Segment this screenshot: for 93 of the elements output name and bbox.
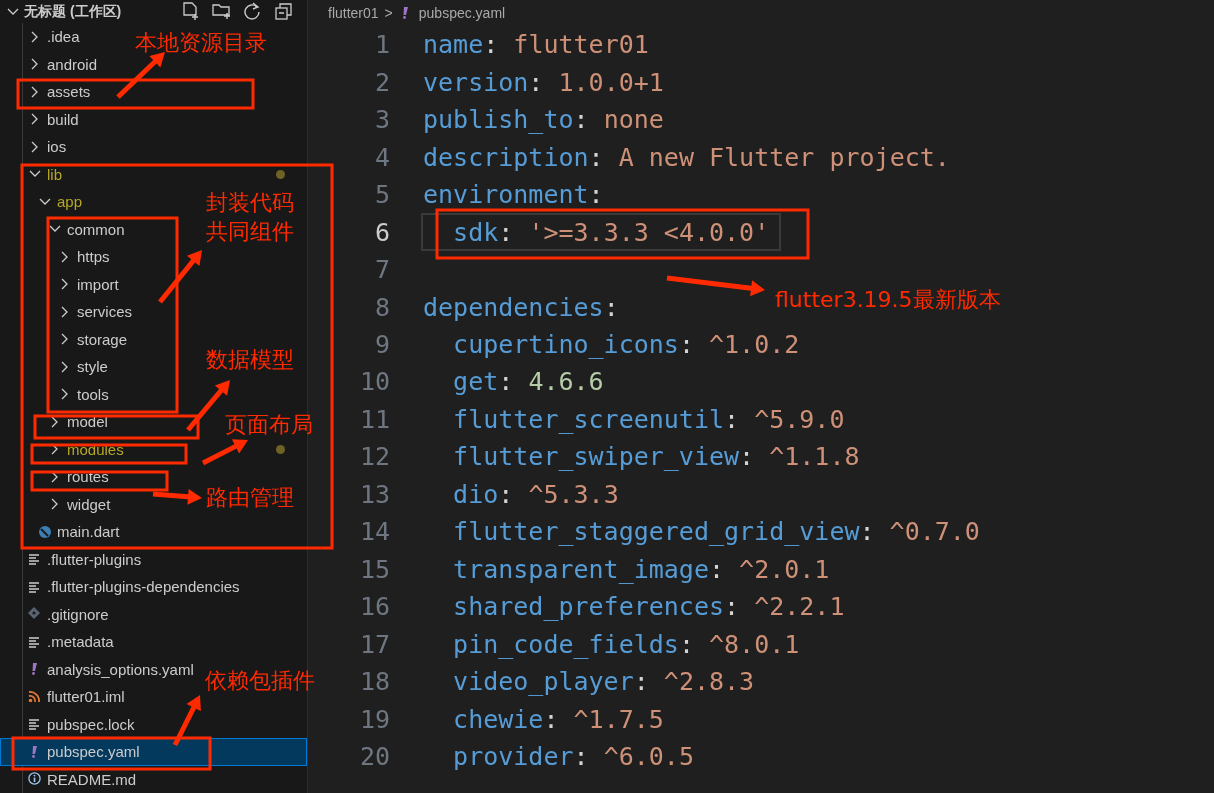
annotation-label: flutter3.19.5最新版本 (775, 286, 1001, 314)
code-line: dependencies: (423, 291, 619, 324)
tree-item[interactable]: .gitignore (0, 600, 113, 628)
line-number: 7 (373, 255, 390, 285)
tree-item[interactable]: flutter01.iml (0, 683, 129, 711)
line-number: 4 (373, 142, 390, 172)
tree-item[interactable]: android (0, 50, 102, 78)
annotation-arrow (172, 695, 201, 747)
line-number: 5 (373, 180, 390, 210)
lines-icon (28, 579, 42, 594)
tree-item[interactable]: build (0, 105, 83, 133)
line-number: 8 (373, 292, 390, 322)
line-number: 14 (358, 517, 390, 547)
tree-item[interactable]: import (0, 270, 123, 298)
annotation-arrow (158, 250, 202, 304)
code-line: video_player: ^2.8.3 (452, 666, 755, 699)
line-number: 16 (358, 592, 390, 622)
annotation-label: 路由管理 (206, 484, 294, 512)
tree-item[interactable]: .flutter-plugins (0, 545, 146, 573)
annotation-label: 共同组件 (206, 218, 294, 246)
code-line: description: A new Flutter project. (423, 141, 950, 174)
breadcrumb-item[interactable]: pubspec.yaml (418, 5, 506, 21)
line-number: 12 (358, 442, 390, 472)
code-line: pin_code_fields: ^8.0.1 (452, 628, 800, 661)
line-number: 2 (373, 67, 390, 97)
tree-item[interactable]: main.dart (0, 518, 124, 546)
line-number: 9 (373, 330, 390, 359)
tree-item[interactable]: .flutter-plugins-dependencies (0, 573, 244, 601)
line-number: 3 (373, 105, 390, 135)
tree-item[interactable]: analysis_options.yaml (0, 655, 198, 683)
diamond-icon (28, 607, 42, 622)
tree-item[interactable]: pubspec.lock (0, 710, 139, 738)
new-folder-icon[interactable] (212, 2, 231, 21)
line-number: 15 (358, 554, 390, 584)
line-number: 6 (373, 217, 390, 247)
code-line: flutter_staggered_grid_view: ^0.7.0 (452, 516, 980, 549)
annotation-label: 依赖包插件 (205, 667, 315, 695)
code-line: version: 1.0.0+1 (423, 66, 664, 99)
code-line: provider: ^6.0.5 (452, 741, 694, 774)
tree-item[interactable]: .idea (0, 23, 84, 51)
code-line: dio: ^5.3.3 (452, 478, 619, 511)
line-number: 17 (358, 629, 390, 659)
annotation-arrow (152, 488, 202, 505)
new-file-icon[interactable] (181, 2, 200, 21)
code-line: flutter_screenutil: ^5.9.0 (452, 403, 845, 436)
line-number: 1 (373, 30, 390, 60)
tree-item[interactable]: app (0, 188, 87, 216)
line-number: 19 (358, 704, 390, 734)
info-icon (28, 772, 42, 787)
code-line: environment: (423, 179, 604, 212)
annotation-label: 封装代码 (206, 189, 294, 217)
code-line: publish_to: none (423, 104, 664, 137)
tree-item[interactable]: services (0, 298, 136, 326)
line-number: 13 (358, 479, 390, 509)
code-line: chewie: ^1.7.5 (452, 703, 664, 736)
line-number: 10 (358, 367, 390, 397)
tree-item[interactable]: widget (0, 490, 115, 518)
code-line: get: 4.6.6 (452, 366, 604, 399)
tree-item[interactable]: style (0, 353, 112, 381)
lines-icon (28, 634, 42, 649)
tree-item[interactable]: pubspec.yaml (0, 738, 307, 766)
breadcrumb-separator: > (384, 5, 393, 21)
tree-item[interactable]: .metadata (0, 628, 118, 656)
dart-icon (38, 524, 52, 539)
annotation-arrow (116, 52, 165, 99)
tree-item[interactable]: https (0, 243, 114, 271)
refresh-icon[interactable] (243, 2, 262, 21)
annotation-label: 数据模型 (206, 346, 294, 374)
annotation-label: 本地资源目录 (135, 29, 267, 57)
collapse-icon[interactable] (274, 2, 293, 21)
line-number: 11 (358, 404, 390, 434)
tree-item[interactable]: storage (0, 325, 132, 353)
tree-item[interactable]: model (0, 408, 112, 436)
lines-icon (28, 717, 42, 732)
line-number: 20 (358, 742, 390, 772)
annotation-label: 页面布局 (225, 411, 313, 439)
code-line: flutter_swiper_view: ^1.1.8 (452, 441, 860, 474)
code-line: shared_preferences: ^2.2.1 (452, 591, 845, 624)
line-number: 18 (358, 667, 390, 697)
lines-icon (28, 552, 42, 567)
workspace-title: 无标题 (工作区) (24, 2, 123, 21)
tree-item[interactable]: lib (0, 160, 66, 188)
tree-item[interactable]: tools (0, 380, 113, 408)
code-line: name: flutter01 (423, 29, 649, 62)
annotation-arrow (201, 439, 248, 466)
tree-item[interactable]: ios (0, 133, 71, 161)
tree-item[interactable]: assets (0, 78, 95, 106)
code-line: transparent_image: ^2.0.1 (452, 553, 830, 586)
tree-item[interactable]: common (0, 215, 129, 243)
rss-icon (28, 689, 42, 704)
tree-item[interactable]: README.md (0, 765, 141, 793)
code-line: cupertino_icons: ^1.0.2 (452, 329, 800, 361)
breadcrumb-item[interactable]: flutter01 (328, 5, 379, 21)
